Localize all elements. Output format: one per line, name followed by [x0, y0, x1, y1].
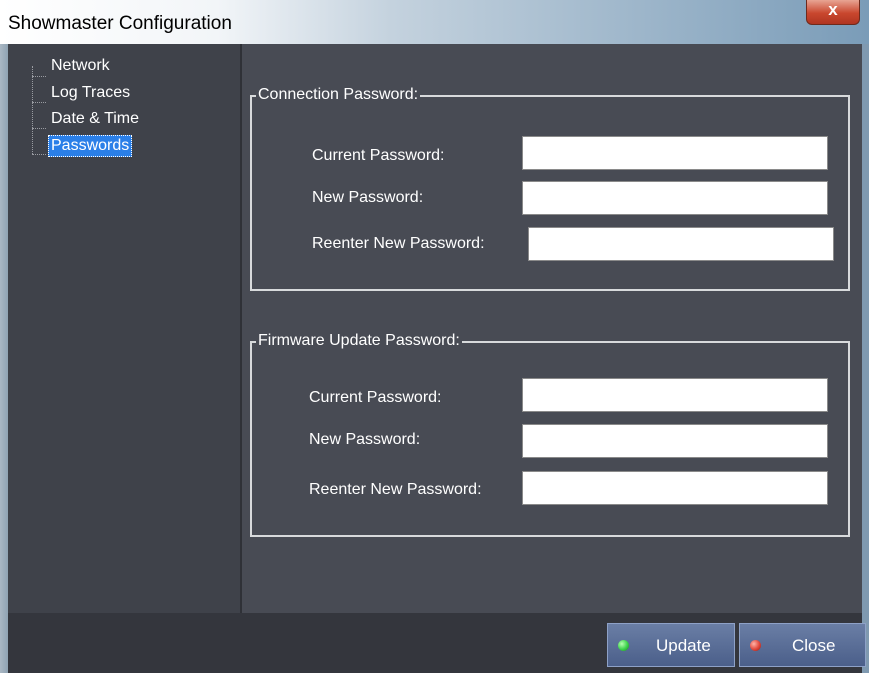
update-button[interactable]: Update [607, 623, 735, 667]
tree-connector [32, 102, 46, 103]
firmware-password-legend: Firmware Update Password: [256, 332, 462, 350]
firmware-new-password-label: New Password: [309, 431, 421, 448]
tree-item-date-time[interactable]: Date & Time [51, 109, 139, 129]
firmware-reenter-password-input[interactable] [522, 471, 828, 505]
window-title: Showmaster Configuration [8, 13, 232, 34]
connection-password-legend: Connection Password: [256, 86, 421, 104]
close-button-label: Close [792, 636, 836, 655]
tree-item-network[interactable]: Network [51, 56, 110, 76]
tree-connector [32, 154, 46, 155]
firmware-reenter-password-label: Reenter New Password: [309, 481, 482, 498]
settings-tree: Network Log Traces Date & Time Passwords [8, 44, 242, 613]
green-led-icon [618, 640, 629, 651]
tree-connector-line [32, 66, 33, 154]
firmware-current-password-input[interactable] [522, 378, 828, 412]
window-frame-right [862, 44, 869, 673]
connection-current-password-input[interactable] [522, 136, 828, 170]
connection-password-group: Connection Password: Current Password: N… [250, 86, 850, 291]
connection-reenter-password-input[interactable] [528, 227, 834, 261]
window-frame-left [0, 44, 8, 673]
connection-new-password-input[interactable] [522, 181, 828, 215]
red-led-icon [750, 640, 761, 651]
tree-item-log-traces[interactable]: Log Traces [51, 83, 130, 103]
window-close-button[interactable]: x [806, 0, 860, 25]
title-bar: Showmaster Configuration x [0, 0, 869, 44]
passwords-panel: Connection Password: Current Password: N… [242, 44, 862, 613]
firmware-password-group: Firmware Update Password: Current Passwo… [250, 332, 850, 537]
tree-connector [32, 76, 46, 77]
tree-item-passwords[interactable]: Passwords [48, 135, 133, 157]
update-button-label: Update [656, 636, 711, 655]
connection-current-password-label: Current Password: [312, 147, 445, 164]
close-icon: x [828, 0, 838, 19]
firmware-new-password-input[interactable] [522, 424, 828, 458]
connection-reenter-password-label: Reenter New Password: [312, 235, 485, 252]
connection-new-password-label: New Password: [312, 189, 424, 206]
close-button[interactable]: Close [739, 623, 866, 667]
firmware-current-password-label: Current Password: [309, 389, 442, 406]
tree-connector [32, 128, 46, 129]
